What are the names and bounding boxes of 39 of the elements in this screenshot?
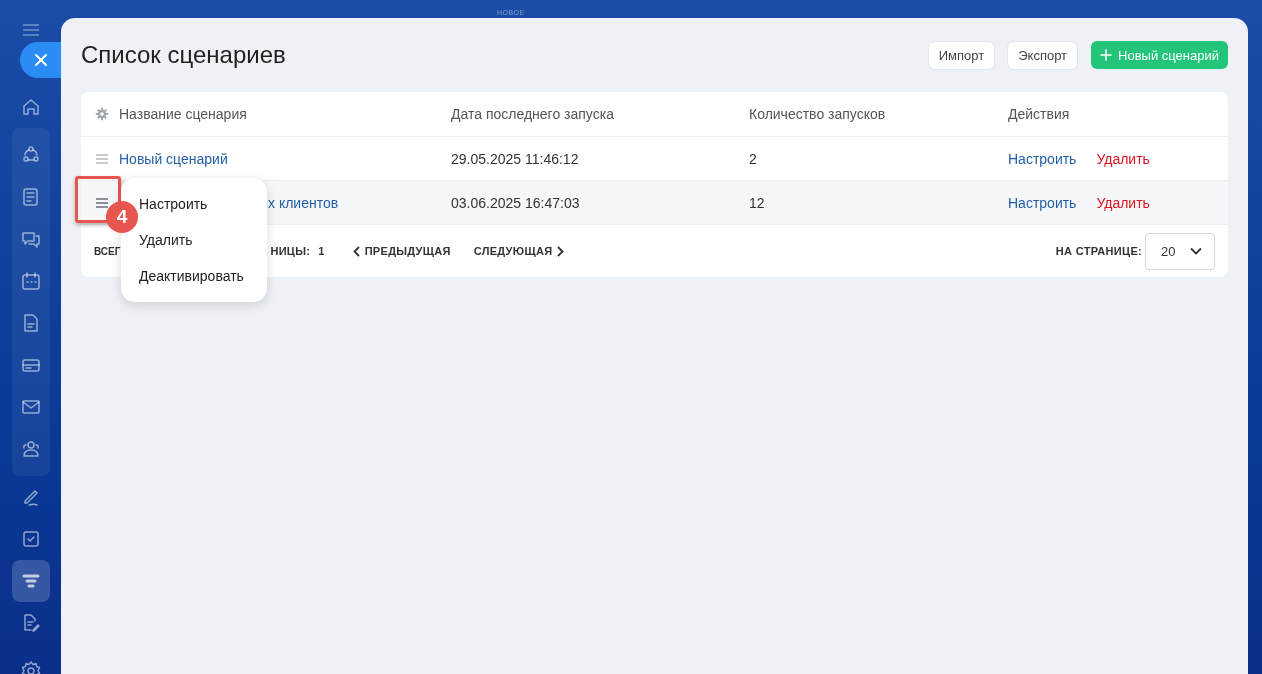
page-title: Список сценариев [81,41,286,69]
configure-link[interactable]: Настроить [1008,150,1077,167]
drag-handle-icon[interactable] [95,197,109,208]
menu-item[interactable]: Настроить [139,186,208,222]
table-cell-text: 12 [749,194,766,211]
sidebar-item[interactable] [11,560,50,602]
previous-page-link[interactable]: ПРЕДЫДУЩАЯ [352,245,451,257]
delete-link[interactable]: Удалить [1096,194,1150,211]
scenario-link[interactable]: Новый сценарий [119,150,228,167]
delete-link[interactable]: Удалить [1096,150,1150,167]
configure-link[interactable]: Настроить [1008,194,1077,211]
settings-icon[interactable] [95,107,109,121]
column-header: Дата последнего запуска [451,106,615,122]
header-button[interactable]: Экспорт [1008,41,1078,69]
plus-icon [1100,49,1113,61]
menu-item[interactable]: Удалить [139,222,193,258]
calendar-icon[interactable] [19,270,42,292]
column-header: Количество запусков [749,106,887,122]
drag-handle-icon[interactable] [95,153,109,164]
per-page-select[interactable]: 20 [1145,232,1215,270]
table-cell-text: 03.06.2025 16:47:03 [451,194,581,211]
column-header: Действия [1008,106,1071,122]
menu-icon[interactable] [20,22,41,38]
header-button[interactable]: Импорт [928,41,995,69]
per-page-label: НА СТРАНИЦЕ: [1055,245,1142,257]
column-header: Название сценария [119,106,248,122]
next-page-link[interactable]: СЛЕДУЮЩАЯ [473,245,565,257]
table-cell-text: 2 [749,150,758,167]
chevron-down-icon [1190,247,1202,255]
scenario-link[interactable]: х клиентов [268,194,339,211]
pages-value: 1 [318,245,325,257]
chevron-left-icon [352,245,360,257]
close-icon [33,53,48,67]
menu-item[interactable]: Деактивировать [139,258,244,294]
pages-label: НИЦЫ: [270,245,311,257]
chevron-right-icon [557,245,565,257]
close-button[interactable] [19,42,62,78]
total-label: ВСЕГ [94,245,121,257]
table-cell-text: 29.05.2025 11:46:12 [451,150,580,167]
